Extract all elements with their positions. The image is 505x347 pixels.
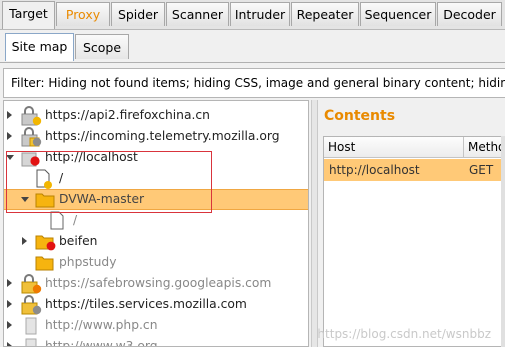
file-gray-icon [25, 338, 37, 346]
column-header-method[interactable]: Metho [464, 137, 505, 158]
file-gray-icon [25, 317, 37, 335]
tab-sequencer[interactable]: Sequencer [360, 2, 436, 26]
expand-arrow-icon[interactable] [7, 111, 12, 119]
expand-arrow-icon[interactable] [7, 279, 12, 287]
main-tab-bar: Target Proxy Spider Scanner Intruder Rep… [0, 0, 505, 30]
file-icon [50, 211, 64, 230]
contents-title: Contents [324, 108, 396, 124]
tree-item-label: http://www.w3.org [45, 339, 158, 347]
tab-decoder[interactable]: Decoder [437, 2, 502, 26]
expand-arrow-icon[interactable] [7, 342, 12, 346]
tree-item-label: http://www.php.cn [45, 318, 158, 332]
tab-intruder[interactable]: Intruder [230, 2, 290, 26]
tab-repeater[interactable]: Repeater [291, 2, 359, 26]
tree-item-label: https://safebrowsing.googleapis.com [45, 276, 272, 290]
tab-spider[interactable]: Spider [111, 2, 165, 26]
tab-scope[interactable]: Scope [75, 34, 129, 59]
expand-arrow-icon[interactable] [22, 237, 27, 245]
site-map-tree: https://api2.firefoxchina.cn https://inc… [3, 100, 309, 347]
table-cell-host: http://localhost [329, 163, 420, 177]
tab-target[interactable]: Target [2, 1, 55, 29]
folder-red-dot-icon [35, 235, 56, 251]
contents-pane: Contents Host Metho http://localhost GET [319, 100, 505, 347]
lock-folder-gray-dot-icon [21, 295, 42, 315]
tree-item-label: / [73, 213, 78, 227]
lock-folder-yellow-dot-icon [21, 106, 42, 126]
folder-icon [35, 256, 54, 271]
table-cell-method: GET [469, 163, 494, 177]
scrollbar[interactable] [501, 136, 505, 347]
column-header-host[interactable]: Host [324, 137, 464, 158]
tab-site-map[interactable]: Site map [5, 33, 74, 61]
tree-item-label: phpstudy [59, 255, 117, 269]
annotation-box [6, 151, 212, 213]
expand-arrow-icon[interactable] [7, 321, 12, 329]
expand-arrow-icon[interactable] [7, 300, 12, 308]
pane-splitter[interactable] [311, 100, 318, 347]
lock-folder-orange-dot-icon [21, 274, 42, 294]
tab-proxy[interactable]: Proxy [56, 2, 110, 26]
tree-item-label: https://api2.firefoxchina.cn [45, 108, 210, 122]
table-row[interactable]: http://localhost GET [324, 159, 505, 181]
contents-table: Host Metho http://localhost GET [323, 136, 505, 347]
tab-scanner[interactable]: Scanner [166, 2, 229, 26]
watermark: https://blog.csdn.net/wsnbbz [317, 327, 491, 341]
expand-arrow-icon[interactable] [7, 132, 12, 140]
tree-item-label: https://incoming.telemetry.mozilla.org [45, 129, 280, 143]
tree-item-label: https://tiles.services.mozilla.com [45, 297, 247, 311]
lock-folder-gray-dot-icon [21, 127, 42, 147]
tree-item-label: beifen [59, 234, 98, 248]
filter-bar[interactable]: Filter: Hiding not found items; hiding C… [3, 68, 505, 98]
sub-tab-bar: Site map Scope [0, 30, 505, 63]
